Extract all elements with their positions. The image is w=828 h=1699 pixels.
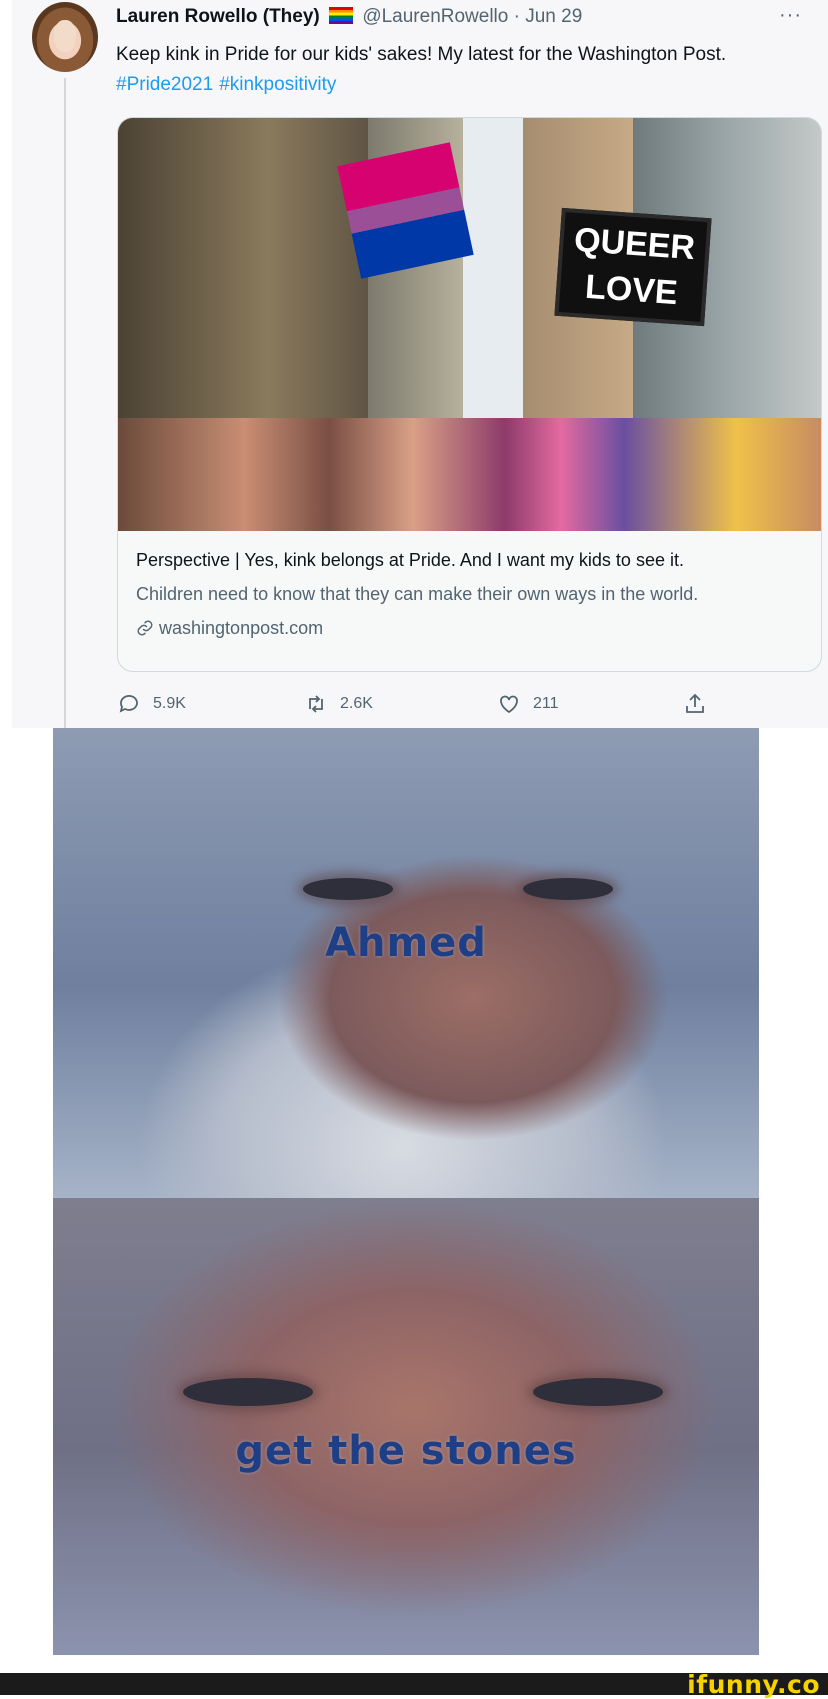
- thread-line: [64, 78, 66, 728]
- tweet: Lauren Rowello (They) @LaurenRowello · J…: [12, 0, 828, 728]
- tweet-text: Keep kink in Pride for our kids' sakes! …: [116, 40, 816, 100]
- card-domain[interactable]: washingtonpost.com: [136, 611, 816, 645]
- card-body: Perspective | Yes, kink belongs at Pride…: [136, 543, 816, 645]
- eye-left-closeup: [183, 1378, 313, 1406]
- card-photo[interactable]: QUEER LOVE: [118, 118, 821, 531]
- heart-icon: [500, 695, 518, 714]
- watermark-bar: ifunny.co: [0, 1670, 828, 1699]
- rainbow-flag-icon: [329, 7, 354, 24]
- link-card[interactable]: QUEER LOVE Perspective | Yes, kink belon…: [117, 117, 822, 672]
- like-count: 211: [533, 695, 559, 712]
- tweet-header: Lauren Rowello (They) @LaurenRowello · J…: [116, 6, 826, 28]
- crowd: [118, 418, 821, 531]
- tweet-body: Keep kink in Pride for our kids' sakes! …: [116, 44, 727, 65]
- share-icon: [686, 693, 704, 713]
- hashtag-pride2021[interactable]: #Pride2021: [116, 74, 213, 95]
- retweet-icon: [309, 695, 323, 713]
- eye-right: [523, 878, 613, 900]
- meme-panel-bottom: get the stones: [53, 1198, 759, 1655]
- eye-left: [303, 878, 393, 900]
- tweet-actions: 5.9K 2.6K 211: [117, 692, 717, 722]
- card-domain-text: washingtonpost.com: [159, 618, 324, 638]
- display-name[interactable]: Lauren Rowello (They): [116, 6, 320, 27]
- link-icon: [137, 620, 153, 636]
- handle-date[interactable]: @LaurenRowello · Jun 29: [362, 6, 582, 27]
- reply-count: 5.9K: [153, 695, 186, 712]
- bisexual-flag: [337, 142, 474, 279]
- queer-love-sign: QUEER LOVE: [554, 207, 712, 327]
- eye-right-closeup: [533, 1378, 663, 1406]
- caption-top: Ahmed: [325, 920, 487, 966]
- card-title: Perspective | Yes, kink belongs at Pride…: [136, 550, 684, 570]
- retweet-button[interactable]: 2.6K: [304, 692, 373, 716]
- reply-icon: [119, 695, 138, 713]
- like-button[interactable]: 211: [497, 692, 559, 716]
- caption-bottom: get the stones: [235, 1428, 577, 1474]
- meme-image: Ahmed get the stones: [53, 728, 759, 1655]
- share-button[interactable]: [683, 692, 707, 716]
- retweet-count: 2.6K: [340, 695, 373, 712]
- avatar[interactable]: [32, 2, 98, 72]
- reply-button[interactable]: 5.9K: [117, 692, 186, 716]
- card-description: Children need to know that they can make…: [136, 584, 699, 604]
- meme-panel-top: Ahmed: [53, 728, 759, 1198]
- more-options-icon[interactable]: ···: [779, 4, 802, 27]
- hashtag-kinkpositivity[interactable]: #kinkpositivity: [219, 74, 336, 95]
- hashtags: #Pride2021 #kinkpositivity: [116, 70, 816, 100]
